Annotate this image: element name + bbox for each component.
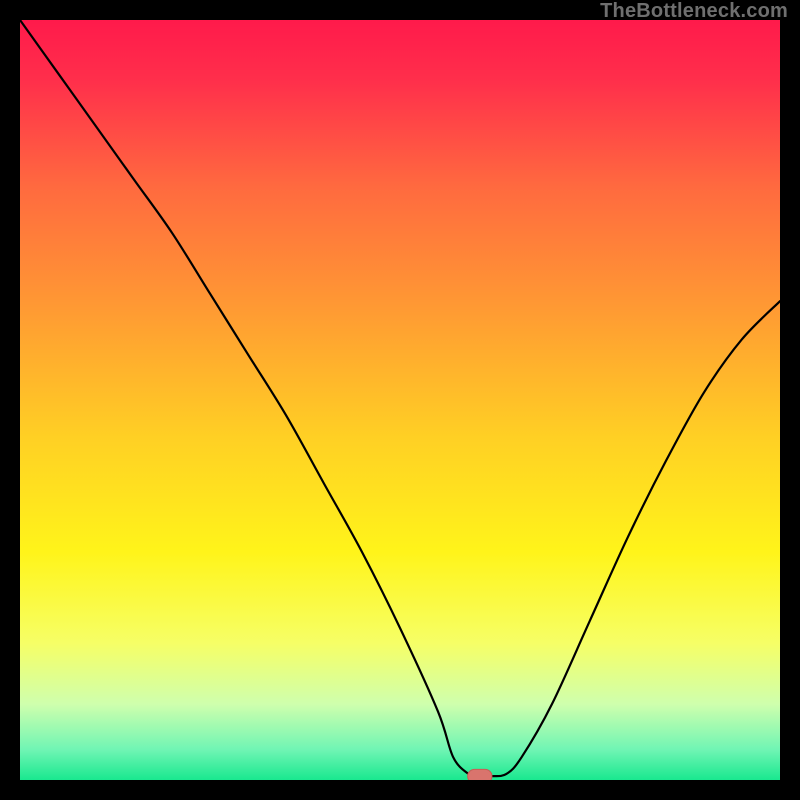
optimum-marker <box>468 769 492 780</box>
plot-area <box>20 20 780 780</box>
bottleneck-curve-chart <box>20 20 780 780</box>
gradient-background <box>20 20 780 780</box>
chart-frame: TheBottleneck.com <box>0 0 800 800</box>
